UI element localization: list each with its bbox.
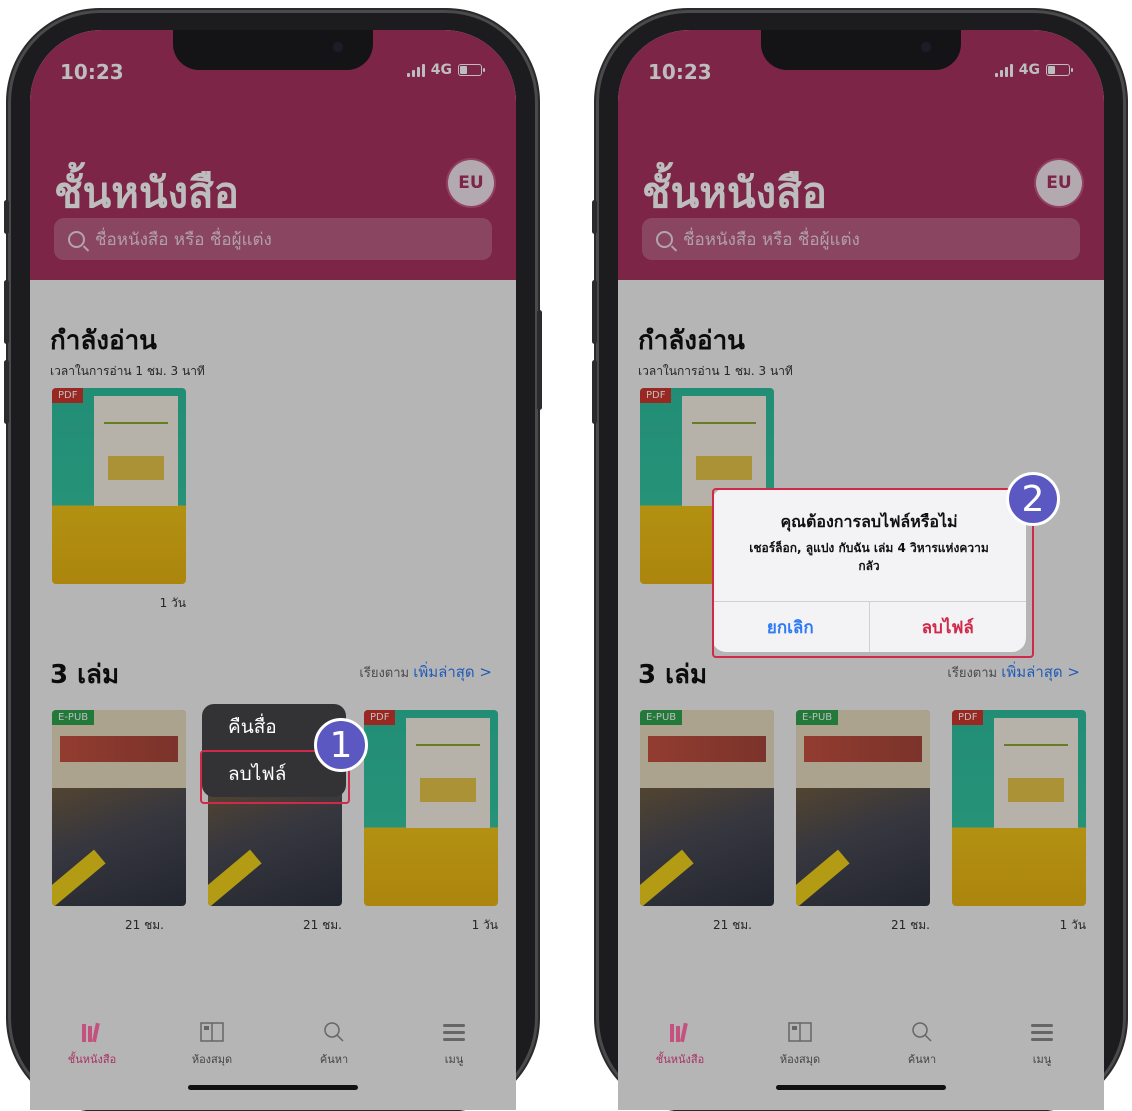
side-button xyxy=(4,360,9,424)
tab-search[interactable]: ค้นหา xyxy=(872,1020,972,1068)
side-button xyxy=(592,360,597,424)
tab-library[interactable]: ห้องสมุด xyxy=(750,1020,850,1068)
tab-bookshelf[interactable]: ชั้นหนังสือ xyxy=(630,1020,730,1068)
bookshelf-icon xyxy=(79,1020,105,1044)
tab-label: ชั้นหนังสือ xyxy=(655,1053,705,1066)
tab-menu[interactable]: เมนู xyxy=(404,1020,504,1068)
menu-icon xyxy=(441,1020,467,1044)
side-button xyxy=(4,280,9,344)
library-icon xyxy=(787,1020,813,1044)
step-marker: 2 xyxy=(1006,472,1060,526)
tab-bookshelf[interactable]: ชั้นหนังสือ xyxy=(42,1020,142,1068)
screen: 10:23 4G ชั้นหนังสือ EU ชื่อหนังสือ หรือ… xyxy=(30,30,516,1110)
home-indicator xyxy=(776,1085,946,1090)
tab-label: ค้นหา xyxy=(319,1053,349,1066)
side-button xyxy=(592,280,597,344)
search-icon xyxy=(909,1020,935,1044)
menu-icon xyxy=(1029,1020,1055,1044)
tab-label: ห้องสมุด xyxy=(779,1053,821,1066)
tab-label: ค้นหา xyxy=(907,1053,937,1066)
side-button xyxy=(592,200,597,234)
tab-label: เมนู xyxy=(1032,1053,1052,1066)
library-icon xyxy=(199,1020,225,1044)
bookshelf-icon xyxy=(667,1020,693,1044)
tab-library[interactable]: ห้องสมุด xyxy=(162,1020,262,1068)
tab-label: ชั้นหนังสือ xyxy=(67,1053,117,1066)
highlight-box xyxy=(712,488,1034,658)
phone-right: 10:23 4G ชั้นหนังสือ EU ชื่อหนังสือ หรือ… xyxy=(592,10,1126,1110)
step-marker: 1 xyxy=(314,718,368,772)
search-icon xyxy=(321,1020,347,1044)
tab-menu[interactable]: เมนู xyxy=(992,1020,1092,1068)
tab-label: เมนู xyxy=(444,1053,464,1066)
dim-overlay xyxy=(30,30,516,1110)
side-button xyxy=(4,200,9,234)
tab-label: ห้องสมุด xyxy=(191,1053,233,1066)
tab-search[interactable]: ค้นหา xyxy=(284,1020,384,1068)
home-indicator xyxy=(188,1085,358,1090)
phone-left: 10:23 4G ชั้นหนังสือ EU ชื่อหนังสือ หรือ… xyxy=(4,10,542,1110)
side-button xyxy=(537,310,542,410)
